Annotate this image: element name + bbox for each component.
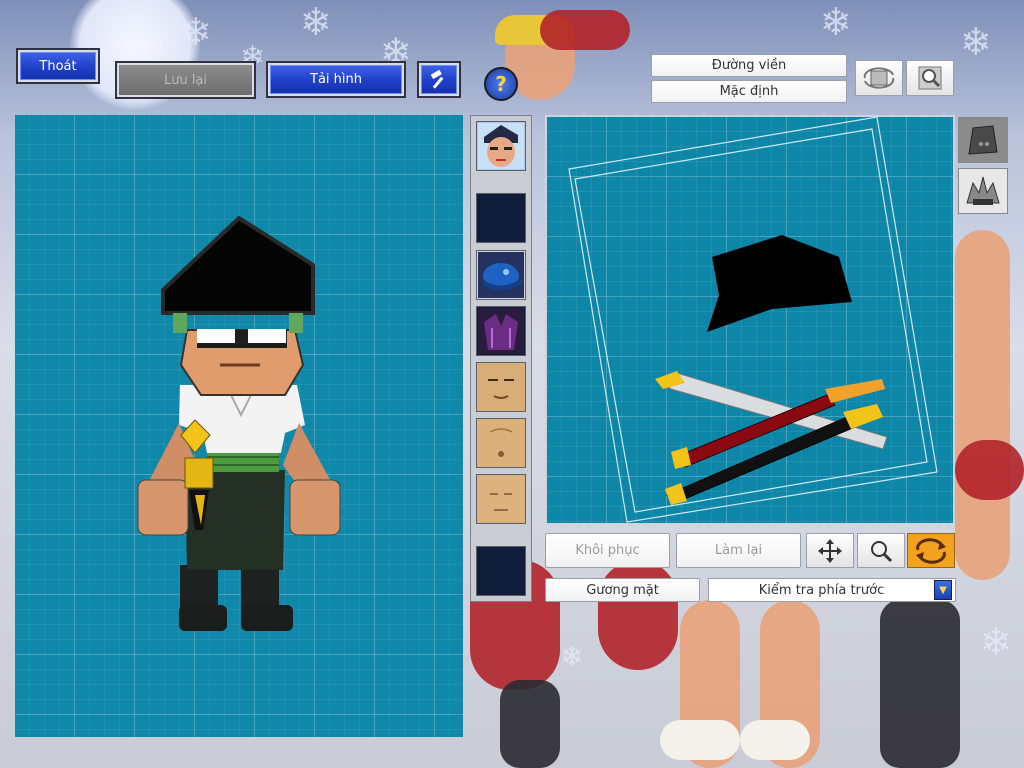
face-category-button[interactable]: Gương mặt: [545, 578, 700, 602]
artwork-santa-hat: [540, 10, 630, 50]
rock-icon: [968, 125, 998, 155]
character-preview-panel[interactable]: [15, 115, 463, 737]
move-tool-button[interactable]: [806, 533, 854, 568]
blue-helmet-icon: [478, 252, 524, 298]
face-portrait-icon: [478, 123, 524, 169]
rotate-view-icon: [863, 67, 895, 89]
slot-face-3[interactable]: [476, 474, 526, 524]
outline-button[interactable]: Đường viền: [651, 54, 847, 77]
snowflake-icon: ❄: [180, 10, 212, 54]
face-shape-icon: [478, 364, 524, 410]
question-icon: ?: [495, 72, 507, 96]
magnify-icon: [918, 66, 942, 90]
restore-button[interactable]: Khôi phục: [545, 533, 670, 568]
parts-slot-strip: [470, 115, 532, 602]
face-shape-icon: [478, 420, 524, 466]
artwork-coat: [955, 440, 1024, 500]
rotate-view-button[interactable]: [855, 60, 903, 96]
chevron-down-icon[interactable]: ▼: [934, 580, 952, 600]
reload-image-button[interactable]: Tải hình: [266, 61, 406, 98]
view-select[interactable]: Kiểm tra phía trước ▼: [708, 578, 956, 602]
hammer-icon: [430, 69, 444, 89]
artwork-coat: [598, 560, 678, 670]
slot-armor[interactable]: [476, 306, 526, 356]
snowflake-icon: ❄: [560, 640, 584, 673]
slot-empty-2[interactable]: [476, 546, 526, 596]
exit-button[interactable]: Thoát: [16, 48, 100, 84]
side-slot-hat[interactable]: [958, 168, 1008, 214]
character-preview: [137, 215, 341, 631]
face-shape-icon: [478, 476, 524, 522]
snowflake-icon: ❄: [300, 0, 332, 44]
artwork-boot: [500, 680, 560, 768]
artwork-fur: [740, 720, 810, 760]
snowflake-icon: ❄: [960, 20, 992, 64]
artwork-boot: [880, 600, 960, 768]
slot-face-2[interactable]: [476, 418, 526, 468]
view-select-value: Kiểm tra phía trước: [758, 582, 885, 598]
tool-button[interactable]: [417, 61, 461, 98]
snowflake-icon: ❄: [820, 0, 852, 44]
side-slot-rock[interactable]: [958, 117, 1008, 163]
save-button[interactable]: Lưu lại: [115, 61, 256, 99]
magnify-icon: [871, 540, 893, 562]
editor-artwork: [568, 116, 938, 523]
redo-button[interactable]: Làm lại: [676, 533, 801, 568]
move-arrows-icon: [818, 538, 842, 563]
artwork-arm: [955, 230, 1010, 580]
slot-face-1[interactable]: [476, 362, 526, 412]
swap-rotate-icon: [916, 537, 946, 564]
slot-empty-1[interactable]: [476, 193, 526, 243]
zoom-view-button[interactable]: [906, 60, 954, 96]
slot-helmet[interactable]: [476, 250, 526, 300]
purple-armor-icon: [478, 308, 524, 354]
slot-portrait[interactable]: [476, 121, 526, 171]
default-button[interactable]: Mặc định: [651, 80, 847, 103]
spiky-hat-icon: [966, 176, 1000, 205]
artwork-fur: [660, 720, 740, 760]
part-editor-canvas[interactable]: [545, 115, 955, 525]
snowflake-icon: ❄: [980, 620, 1012, 664]
zoom-tool-button[interactable]: [857, 533, 905, 568]
help-button[interactable]: ?: [484, 67, 518, 101]
swap-tool-button[interactable]: [907, 533, 955, 568]
